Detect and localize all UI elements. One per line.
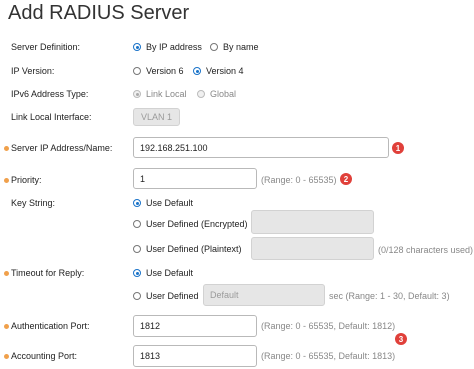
page-title: Add RADIUS Server: [8, 2, 190, 24]
server-definition-by-ip-option[interactable]: By IP address: [133, 42, 202, 52]
ipv6-type-global-option: Global: [197, 89, 236, 99]
ip-version-4-label: Version 4: [206, 66, 244, 76]
radio-selected-icon[interactable]: [133, 269, 141, 277]
radio-disabled-icon: [197, 90, 205, 98]
radio-selected-icon[interactable]: [193, 67, 201, 75]
key-string-character-count: (0/128 characters used): [378, 245, 474, 255]
key-string-label: Key String:: [11, 198, 56, 208]
key-string-default-label: Use Default: [146, 198, 194, 208]
link-local-interface-select: VLAN 1: [133, 108, 180, 126]
auth-port-label: Authentication Port:: [4, 321, 90, 331]
server-definition-by-name-label: By name: [223, 42, 259, 52]
ipv6-type-global-label: Global: [210, 89, 237, 99]
timeout-default-label: Use Default: [146, 268, 194, 278]
acct-port-input[interactable]: 1813: [133, 345, 257, 367]
acct-port-range-hint: (Range: 0 - 65535, Default: 1813): [261, 351, 396, 361]
ip-version-4-option[interactable]: Version 4: [193, 66, 244, 76]
ipv6-type-link-local-label: Link Local: [146, 89, 187, 99]
server-definition-by-name-option[interactable]: By name: [210, 42, 259, 52]
ip-version-6-option[interactable]: Version 6: [133, 66, 184, 76]
auth-port-range-hint: (Range: 0 - 65535, Default: 1812): [261, 321, 396, 331]
radio-selected-icon[interactable]: [133, 199, 141, 207]
priority-range-hint: (Range: 0 - 65535): [261, 175, 337, 185]
timeout-range-hint: sec (Range: 1 - 30, Default: 3): [329, 291, 450, 301]
timeout-user-defined-option[interactable]: User Defined: [133, 291, 199, 301]
link-local-interface-label: Link Local Interface:: [11, 112, 92, 122]
ipv6-type-link-local-option: Link Local: [133, 89, 187, 99]
radio-icon[interactable]: [133, 245, 141, 253]
timeout-user-defined-label: User Defined: [146, 291, 199, 301]
server-definition-label: Server Definition:: [11, 42, 81, 52]
key-string-plaintext-option[interactable]: User Defined (Plaintext): [133, 244, 242, 254]
radio-icon[interactable]: [133, 292, 141, 300]
radio-icon[interactable]: [210, 43, 218, 51]
radio-icon[interactable]: [133, 67, 141, 75]
key-string-encrypted-input: [251, 210, 374, 234]
radio-disabled-selected-icon: [133, 90, 141, 98]
server-definition-by-ip-label: By IP address: [146, 42, 202, 52]
priority-label: Priority:: [4, 175, 42, 185]
key-string-encrypted-label: User Defined (Encrypted): [146, 219, 248, 229]
timeout-label: Timeout for Reply:: [3, 268, 85, 278]
server-ip-label: Server IP Address/Name:: [3, 143, 113, 153]
key-string-plaintext-input: [251, 237, 374, 260]
server-ip-input[interactable]: 192.168.251.100: [133, 137, 389, 158]
key-string-plaintext-label: User Defined (Plaintext): [146, 244, 242, 254]
auth-port-input[interactable]: 1812: [133, 315, 257, 337]
timeout-input: Default: [203, 284, 325, 306]
key-string-encrypted-option[interactable]: User Defined (Encrypted): [133, 219, 248, 229]
callout-badge-1: 1: [392, 142, 404, 154]
radio-selected-icon[interactable]: [133, 43, 141, 51]
radio-icon[interactable]: [133, 220, 141, 228]
key-string-default-option[interactable]: Use Default: [133, 198, 193, 208]
callout-badge-2: 2: [340, 173, 352, 185]
timeout-default-option[interactable]: Use Default: [133, 268, 193, 278]
ipv6-type-label: IPv6 Address Type:: [11, 89, 89, 99]
ip-version-6-label: Version 6: [146, 66, 184, 76]
priority-input[interactable]: 1: [133, 168, 257, 189]
callout-badge-3: 3: [395, 333, 407, 345]
acct-port-label: Accounting Port:: [3, 351, 78, 361]
ip-version-label: IP Version:: [11, 66, 55, 76]
